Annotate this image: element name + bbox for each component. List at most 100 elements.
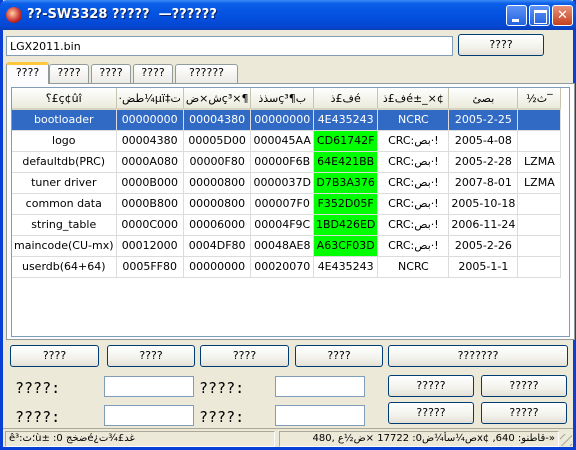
side-button-2[interactable]: ????? [481,375,567,397]
table-cell: 00048AE8 [250,235,314,257]
partition-list[interactable]: ؟£ç¢ûî ·طض¼µï‡ت ش×ضç³×¶ سذذç³¶ب ف£ذé ف£ذ… [11,87,570,337]
table-cell: 0000C000 [116,214,184,236]
field-input-4[interactable] [275,405,365,426]
resize-grip[interactable] [560,434,572,446]
table-cell: CRC:بص·! [377,235,450,257]
tab-panel: ؟£ç¢ûî ·طض¼µï‡ت ش×ضç³×¶ سذذç³¶ب ف£ذé ف£ذ… [6,83,575,340]
table-row[interactable]: tuner driver 0000B000 00000800 0000037D D7B3… [12,172,562,194]
field-label-2: ????: [199,379,245,397]
maximize-button[interactable] [529,5,550,26]
field-label-1: ????: [15,379,61,397]
browse-button[interactable]: ???? [458,34,544,56]
title-bar[interactable]: ??-SW3328 ????? —?????? ✕ [0,0,576,30]
minimize-button[interactable] [506,5,527,26]
table-row[interactable]: string_table 0000C000 00006000 00004F9C 1BD4… [12,214,562,236]
table-cell: 00000000 [116,109,184,131]
table-cell: 0005FF80 [116,256,184,278]
action-button-4[interactable]: ???? [295,345,383,367]
table-cell: CRC:بص·! [377,193,450,215]
table-header: ؟£ç¢ûî ·طض¼µï‡ت ش×ضç³×¶ سذذç³¶ب ف£ذé ف£ذ… [12,88,562,110]
window-title: ??-SW3328 ????? —?????? [27,7,217,22]
table-cell: 00006000 [183,214,252,236]
tab-1[interactable]: ???? [6,62,49,84]
table-cell: 0000037D [250,172,314,194]
table-row[interactable]: userdb(64+64) 0005FF80 00000000 00020070 4E4… [12,256,562,278]
table-cell: LZMA [517,151,562,173]
table-cell: 00005D00 [183,130,252,152]
table-cell: F352D05F [313,193,379,215]
status-bar: ê³:؛ثù± :0 ضخجé¿غد£¾ت ص¼سأ¼ض0: 17722 ×ض½… [3,428,573,447]
table-cell: 2006-11-24 [448,214,519,236]
table-row[interactable]: maincode(CU-mx) 00012000 0004DF80 00048AE8 A… [12,235,562,257]
table-cell [517,256,562,278]
column-header[interactable]: ½ث‾ [517,88,562,110]
column-header[interactable]: ؟£ç¢ûî [12,88,117,110]
side-button-4[interactable]: ????? [481,402,567,424]
tab-5[interactable]: ?????? [175,64,238,83]
table-cell: maincode(CU-mx) [12,235,117,257]
close-button[interactable]: ✕ [552,5,573,26]
status-right: ص¼سأ¼ض0: 17722 ×ض½ع ,480x¢ ,قاطنو: 640-» [279,431,559,447]
table-cell: 2005-2-25 [448,109,519,131]
side-button-3[interactable]: ????? [388,402,474,424]
field-input-2[interactable] [275,376,365,397]
table-cell: 00020070 [250,256,314,278]
column-header[interactable]: ف£ذé [313,88,379,110]
file-path-input[interactable] [6,36,453,56]
tab-4[interactable]: ???? [133,64,173,83]
table-cell [517,235,562,257]
field-input-3[interactable] [104,405,194,426]
table-cell: D7B3A376 [313,172,379,194]
partition-table: ؟£ç¢ûî ·طض¼µï‡ت ش×ضç³×¶ سذذç³¶ب ف£ذé ف£ذ… [12,88,562,278]
table-row[interactable]: common data 0000B800 00000800 000007F0 F352D… [12,193,562,215]
table-cell: A63CF03D [313,235,379,257]
status-left: ê³:؛ثù± :0 ضخجé¿غد£¾ت [5,431,275,447]
table-cell: CRC:بص·! [377,151,450,173]
table-cell: 2005-2-28 [448,151,519,173]
table-cell: 0000A080 [116,151,184,173]
app-icon [6,7,22,23]
table-cell [517,214,562,236]
table-cell: 2005-10-18 [448,193,519,215]
table-cell [517,193,562,215]
table-cell: defaultdb(PRC) [12,151,117,173]
table-cell: 64E421BB [313,151,379,173]
table-cell: CRC:بص·! [377,214,450,236]
side-button-1[interactable]: ????? [388,375,474,397]
table-cell: 4E435243 [313,256,379,278]
tab-2[interactable]: ???? [49,64,89,83]
action-button-1[interactable]: ???? [10,345,99,367]
tab-strip: ???? ???? ???? ???? ?????? [6,62,572,84]
table-cell: string_table [12,214,117,236]
table-cell: logo [12,130,117,152]
table-cell: common data [12,193,117,215]
table-cell: NCRC [377,109,450,131]
action-button-2[interactable]: ???? [107,345,195,367]
table-cell: 00000F6B [250,151,314,173]
column-header[interactable]: سذذç³¶ب [250,88,314,110]
table-row[interactable]: defaultdb(PRC) 0000A080 00000F80 00000F6B 64… [12,151,562,173]
column-header[interactable]: ش×ضç³×¶ [183,88,252,110]
tab-3[interactable]: ???? [91,64,131,83]
table-cell: 000045AA [250,130,314,152]
column-header[interactable]: ف£ذé±_×¢ [377,88,450,110]
table-cell: 000007F0 [250,193,314,215]
column-header[interactable]: بصئ [448,88,519,110]
table-cell: 2005-2-26 [448,235,519,257]
action-button-5[interactable]: ??????? [388,345,568,367]
column-header[interactable]: ·طض¼µï‡ت [116,88,184,110]
action-button-3[interactable]: ???? [200,345,289,367]
table-cell: CRC:بص·! [377,130,450,152]
table-cell: CRC:بص·! [377,172,450,194]
table-cell: 00004380 [183,109,252,131]
table-row[interactable]: logo 00004380 00005D00 000045AA CD61742F CRC:… [12,130,562,152]
table-cell: NCRC [377,256,450,278]
table-cell: 0004DF80 [183,235,252,257]
table-cell: 00012000 [116,235,184,257]
field-input-1[interactable] [104,376,194,397]
table-cell: 00000800 [183,193,252,215]
table-cell [517,130,562,152]
table-cell: 2007-8-01 [448,172,519,194]
table-cell: 4E435243 [313,109,379,131]
table-row[interactable]: bootloader 00000000 00004380 00000000 4E4352… [12,109,562,131]
